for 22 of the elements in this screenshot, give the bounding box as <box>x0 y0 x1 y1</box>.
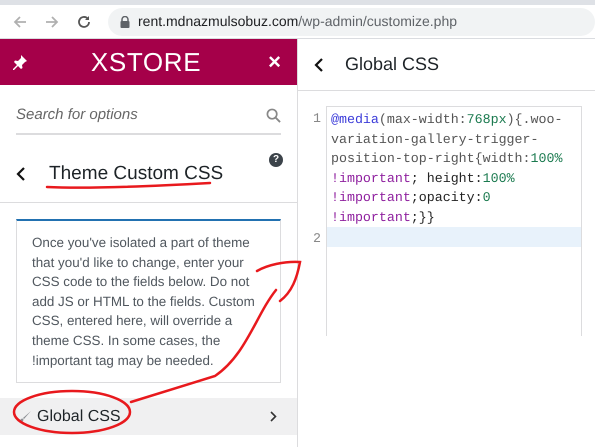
chevron-left-icon <box>314 56 324 72</box>
search-icon[interactable] <box>266 108 281 122</box>
address-bar[interactable]: rent.mdnazmulsobuz.com/wp-admin/customize.php <box>108 8 595 36</box>
code-editor[interactable]: @media(max-width:768px){.woo-variation-gallery-trigger-position-top-right{width:100% !important; height:100% !important;opacity:0 !important;}} <box>326 106 582 336</box>
chevron-left-icon <box>16 166 26 182</box>
panel-title: Global CSS <box>345 53 440 76</box>
menu-item[interactable]: Global CSS <box>0 398 297 436</box>
help-button[interactable]: ? <box>269 153 283 167</box>
chevron-right-icon <box>270 411 277 422</box>
brush-icon <box>18 410 32 424</box>
url-text: rent.mdnazmulsobuz.com/wp-admin/customize.php <box>138 12 458 31</box>
line-number: 1 <box>312 110 322 128</box>
lock-icon <box>120 16 130 28</box>
pin-icon[interactable] <box>12 54 28 70</box>
code-line: @media(max-width:768px){.woo-variation-gallery-trigger-position-top-right{width:100% !important; height:100% !important;opacity:0 !important;}} <box>330 111 564 226</box>
close-button[interactable]: × <box>264 51 285 73</box>
line-number: 2 <box>312 230 322 248</box>
search-field[interactable]: Search for options <box>16 104 236 126</box>
brand-logo: XSTORE <box>90 46 202 78</box>
section-title: Theme Custom CSS <box>49 164 224 184</box>
description-card: Once you've isolated a part of theme that you'd like to change, enter your CSS code to the fields below. Do not add JS or HTML to the fields. Custom CSS, entered here, will override a theme CSS. In some cases, the !important tag may be needed. <box>16 219 281 384</box>
reload-icon[interactable] <box>76 14 92 30</box>
